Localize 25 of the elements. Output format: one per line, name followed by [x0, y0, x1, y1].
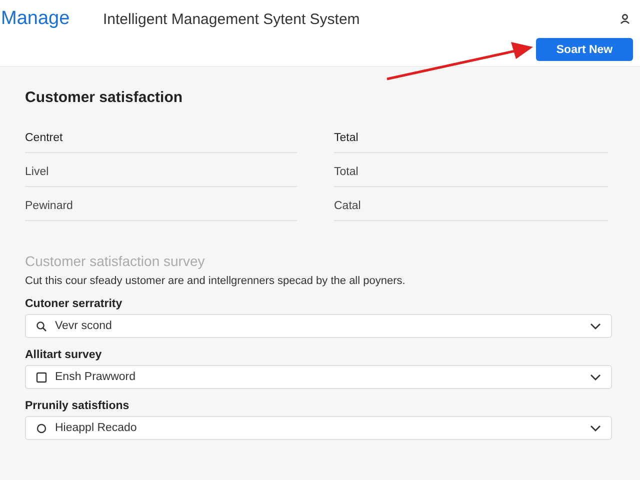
table-cell: Total [334, 163, 608, 187]
table-cell: Tetal [334, 129, 608, 153]
table-cell: Centret [25, 129, 297, 153]
circle-icon [36, 422, 47, 434]
chevron-icon [590, 322, 601, 330]
section-title: Customer satisfaction survey [25, 253, 206, 269]
field-label: Cutoner serratrity [25, 298, 124, 310]
table-cell: Catal [334, 197, 608, 221]
search-icon [36, 320, 47, 332]
dropdown[interactable]: Vevr scond [25, 314, 612, 338]
table-cell: Livel [25, 163, 297, 187]
logo: Manage [1, 8, 71, 30]
new-button[interactable]: Soart New [536, 38, 633, 61]
chevron-icon [590, 424, 601, 432]
section-title: Customer satisfaction [25, 89, 184, 106]
app-title: Intelligent Management Sytent System [103, 10, 360, 28]
field-label: Prrunily satisftions [25, 400, 130, 412]
dropdown[interactable]: Hieappl Recado [25, 416, 612, 440]
table-cell: Pewinard [25, 197, 297, 221]
checkbox-icon [36, 372, 47, 382]
dropdown[interactable]: Ensh Prawword [25, 365, 612, 389]
field-label: Allitart survey [25, 349, 103, 361]
chevron-icon [590, 374, 601, 380]
description: Cut this cour sfeady ustomer are and intellgrenners specad by the all poyners. [25, 275, 406, 287]
user-icon[interactable] [620, 14, 630, 24]
